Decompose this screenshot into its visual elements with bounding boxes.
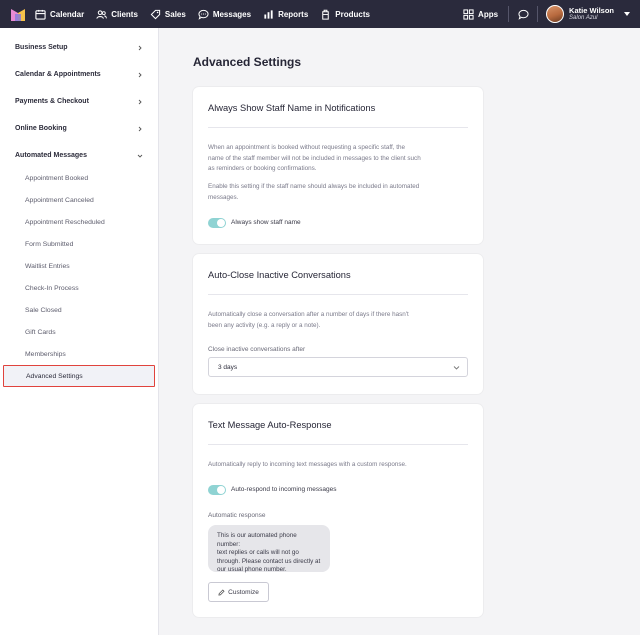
sidebar: Business Setup Calendar & Appointments P… <box>0 28 159 635</box>
chevron-right-icon <box>138 45 142 50</box>
avatar <box>546 5 565 23</box>
pencil-icon <box>218 588 225 596</box>
sidebar-subitem-appointment-rescheduled[interactable]: Appointment Rescheduled <box>25 219 105 226</box>
text-line: This is our automated phone number: <box>217 532 297 548</box>
sidebar-item-business-setup[interactable]: Business Setup <box>15 44 143 51</box>
card-divider <box>208 294 468 295</box>
sidebar-item-payments-checkout[interactable]: Payments & Checkout <box>15 98 143 105</box>
top-nav: Calendar Clients Sales Messages Reports … <box>0 0 640 28</box>
card-title: Always Show Staff Name in Notifications <box>208 103 376 113</box>
text-line: messages. <box>208 193 239 201</box>
app-logo[interactable] <box>11 8 25 21</box>
card-staff-name: Always Show Staff Name in Notifications … <box>193 87 483 244</box>
nav-calendar[interactable]: Calendar <box>35 0 84 28</box>
auto-response-preview: This is our automated phone number: text… <box>208 525 330 573</box>
field-label: Close inactive conversations after <box>208 346 306 353</box>
toggle-label: Always show staff name <box>231 219 301 226</box>
user-text: Katie Wilson Salon Azul <box>569 7 614 21</box>
sidebar-subitem-gift-cards[interactable]: Gift Cards <box>25 329 56 336</box>
nav-messages[interactable]: Messages <box>198 0 251 28</box>
card-title: Text Message Auto-Response <box>208 420 332 430</box>
bar-chart-icon <box>264 9 273 19</box>
nav-messages-label: Messages <box>212 9 252 19</box>
nav-sales[interactable]: Sales <box>150 0 186 28</box>
chat-button[interactable] <box>509 0 537 28</box>
text-line: text replies or calls will not go <box>217 549 299 556</box>
sidebar-subitem-label: Advanced Settings <box>26 373 83 380</box>
chevron-down-icon <box>453 366 460 370</box>
customize-label: Customize <box>228 588 259 596</box>
user-salon: Salon Azul <box>569 14 598 21</box>
apps-label: Apps <box>478 9 499 19</box>
nav-clients[interactable]: Clients <box>96 0 138 28</box>
text-line: as reminders or booking confirmations. <box>208 165 317 172</box>
page-title: Advanced Settings <box>193 55 302 69</box>
card-divider <box>208 444 468 445</box>
sidebar-section-label: Payments & Checkout <box>15 98 89 105</box>
card-auto-response: Text Message Auto-Response Automatically… <box>193 404 483 617</box>
user-name: Katie Wilson <box>569 5 614 15</box>
speech-bubble-icon <box>517 9 529 20</box>
sidebar-subitem-check-in-process[interactable]: Check-In Process <box>25 285 79 292</box>
sidebar-subitem-waitlist-entries[interactable]: Waitlist Entries <box>25 263 70 270</box>
card-divider <box>208 127 468 128</box>
toggle-label: Auto-respond to incoming messages <box>231 486 337 493</box>
chat-icon <box>198 9 209 20</box>
sidebar-item-online-booking[interactable]: Online Booking <box>15 125 143 132</box>
caret-down-icon <box>624 12 630 16</box>
nav-clients-label: Clients <box>111 9 138 19</box>
box-icon <box>322 9 330 20</box>
sidebar-subitem-appointment-canceled[interactable]: Appointment Canceled <box>25 197 94 204</box>
sidebar-subitem-sale-closed[interactable]: Sale Closed <box>25 307 62 314</box>
sidebar-section-label: Business Setup <box>15 44 68 51</box>
chevron-down-icon <box>137 154 143 158</box>
tag-icon <box>150 9 161 19</box>
text-line: name of the staff member will not be inc… <box>208 154 421 162</box>
nav-calendar-label: Calendar <box>50 9 85 19</box>
chevron-right-icon <box>138 126 142 131</box>
text-line: our usual phone number. <box>217 566 287 573</box>
chevron-right-icon <box>138 72 142 77</box>
sidebar-subitem-memberships[interactable]: Memberships <box>25 351 66 358</box>
text-line: When an appointment is booked without re… <box>208 144 405 151</box>
nav-products[interactable]: Products <box>320 0 370 28</box>
sidebar-subitem-appointment-booked[interactable]: Appointment Booked <box>25 175 88 182</box>
nav-reports[interactable]: Reports <box>263 0 308 28</box>
sidebar-subitem-form-submitted[interactable]: Form Submitted <box>25 241 73 248</box>
nav-reports-label: Reports <box>278 9 309 19</box>
select-value: 3 days <box>218 364 238 371</box>
card-description: When an appointment is booked without re… <box>208 143 463 175</box>
inactive-days-select[interactable]: 3 days <box>208 357 468 377</box>
card-description-2: Enable this setting if the staff name sh… <box>208 182 463 203</box>
text-line: Automatically close a conversation after… <box>208 311 409 318</box>
user-menu[interactable]: Katie Wilson Salon Azul <box>538 5 640 23</box>
card-description: Automatically reply to incoming text mes… <box>208 461 407 468</box>
toggle-auto-respond[interactable] <box>208 485 226 495</box>
card-description: Automatically close a conversation after… <box>208 310 463 331</box>
nav-sales-label: Sales <box>164 9 186 19</box>
sidebar-section-label: Online Booking <box>15 125 67 132</box>
card-auto-close: Auto-Close Inactive Conversations Automa… <box>193 254 483 394</box>
text-line: through. Please contact us directly at <box>217 557 321 565</box>
nav-products-label: Products <box>335 9 370 19</box>
text-line: been any activity (e.g. a reply or a not… <box>208 321 321 329</box>
sidebar-subitem-advanced-settings[interactable]: Advanced Settings <box>3 365 155 387</box>
calendar-icon <box>35 9 46 20</box>
text-line: Enable this setting if the staff name sh… <box>208 183 420 190</box>
field-label: Automatic response <box>208 512 266 519</box>
sidebar-section-label: Calendar & Appointments <box>15 71 101 78</box>
customize-button[interactable]: Customize <box>208 582 269 602</box>
sidebar-item-calendar-appointments[interactable]: Calendar & Appointments <box>15 71 143 78</box>
nav-right: Apps Katie Wilson Salon Azul <box>463 0 640 28</box>
sidebar-item-automated-messages[interactable]: Automated Messages <box>15 152 143 159</box>
sidebar-section-label: Automated Messages <box>15 152 87 159</box>
card-title: Auto-Close Inactive Conversations <box>208 270 351 280</box>
grid-icon <box>463 8 474 20</box>
toggle-always-show-staff[interactable] <box>208 218 226 228</box>
clients-icon <box>96 9 108 19</box>
apps-button[interactable]: Apps <box>463 8 499 20</box>
chevron-right-icon <box>138 99 142 104</box>
